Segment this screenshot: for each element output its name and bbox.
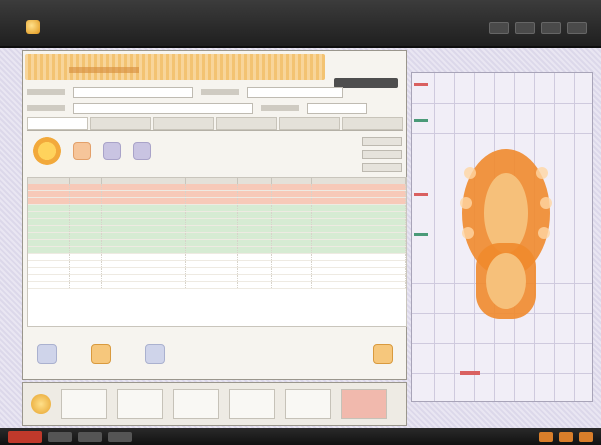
window-title — [56, 18, 166, 32]
dental-chart-panel — [411, 72, 593, 402]
tray-icon[interactable] — [559, 431, 573, 442]
tray-icon[interactable] — [539, 431, 553, 442]
summary-cell — [285, 389, 331, 419]
chart-gridline — [412, 373, 592, 374]
tab-1[interactable] — [27, 117, 88, 130]
star-icon — [31, 394, 51, 414]
print-icon[interactable] — [37, 344, 57, 364]
table-row[interactable] — [28, 268, 406, 275]
header-strip — [25, 54, 325, 80]
title-bar — [0, 0, 601, 48]
tab-3[interactable] — [153, 117, 214, 130]
taskbar-item[interactable] — [78, 431, 102, 442]
table-row[interactable] — [28, 240, 406, 247]
person-icon[interactable] — [103, 142, 121, 160]
tooth-chart-diagram[interactable] — [458, 143, 554, 333]
table-row[interactable] — [28, 205, 406, 212]
table-row[interactable] — [28, 212, 406, 219]
summary-cell — [61, 389, 107, 419]
taskbar-item[interactable] — [108, 431, 132, 442]
table-row[interactable] — [28, 275, 406, 282]
tab-strip — [27, 117, 403, 131]
folder-icon[interactable] — [73, 142, 91, 160]
document-icon[interactable] — [133, 142, 151, 160]
system-tray — [539, 431, 593, 442]
marker — [460, 371, 480, 375]
chart-gridline — [412, 103, 592, 104]
form-row-1 — [27, 85, 403, 99]
table-row[interactable] — [28, 282, 406, 289]
field-label — [201, 89, 239, 95]
summary-cell-alert — [341, 389, 387, 419]
save-icon[interactable] — [145, 344, 165, 364]
maximize-button[interactable] — [515, 22, 535, 34]
text-field[interactable] — [73, 102, 253, 114]
marker — [414, 83, 428, 86]
toolbar — [27, 133, 403, 169]
table-row[interactable] — [28, 198, 406, 205]
tab-4[interactable] — [216, 117, 277, 130]
chart-gridline — [412, 343, 592, 344]
app-logo-icon — [26, 20, 40, 34]
edit-icon[interactable] — [91, 344, 111, 364]
window-controls — [489, 22, 587, 34]
marker — [414, 233, 428, 236]
header-title — [69, 67, 139, 73]
summary-cell — [117, 389, 163, 419]
field-label — [261, 105, 299, 111]
summary-cell — [229, 389, 275, 419]
table-row[interactable] — [28, 191, 406, 198]
close-button[interactable] — [541, 22, 561, 34]
chart-gridline — [412, 133, 592, 134]
patient-record-panel — [22, 50, 407, 380]
sun-icon[interactable] — [33, 137, 61, 165]
table-row[interactable] — [28, 233, 406, 240]
text-field[interactable] — [307, 102, 367, 114]
row-markers — [412, 73, 432, 403]
field-label — [27, 105, 65, 111]
chart-gridline — [554, 73, 555, 401]
table-row[interactable] — [28, 261, 406, 268]
side-button-3[interactable] — [362, 163, 402, 172]
table-row[interactable] — [28, 184, 406, 191]
table-row[interactable] — [28, 254, 406, 261]
tab-2[interactable] — [90, 117, 151, 130]
side-button-2[interactable] — [362, 150, 402, 159]
text-field[interactable] — [73, 86, 193, 98]
summary-panel — [22, 382, 407, 426]
table-row[interactable] — [28, 247, 406, 254]
tab-6[interactable] — [342, 117, 403, 130]
tab-5[interactable] — [279, 117, 340, 130]
taskbar-item[interactable] — [48, 431, 72, 442]
chart-gridline — [454, 73, 455, 401]
minimize-button[interactable] — [489, 22, 509, 34]
side-button-1[interactable] — [362, 137, 402, 146]
table-row[interactable] — [28, 219, 406, 226]
tray-icon[interactable] — [579, 431, 593, 442]
marker — [414, 193, 428, 196]
bottom-toolbar — [27, 333, 403, 375]
side-buttons — [362, 137, 402, 172]
form-row-2 — [27, 101, 403, 115]
chart-gridline — [574, 73, 575, 401]
start-button[interactable] — [8, 430, 42, 443]
lightbulb-icon[interactable] — [373, 344, 393, 364]
table-row[interactable] — [28, 226, 406, 233]
treatment-grid — [27, 177, 407, 327]
help-button[interactable] — [567, 22, 587, 34]
marker — [414, 119, 428, 122]
summary-cell — [173, 389, 219, 419]
taskbar — [0, 428, 601, 445]
dropdown-field[interactable] — [247, 86, 343, 98]
field-label — [27, 89, 65, 95]
chart-gridline — [434, 73, 435, 401]
